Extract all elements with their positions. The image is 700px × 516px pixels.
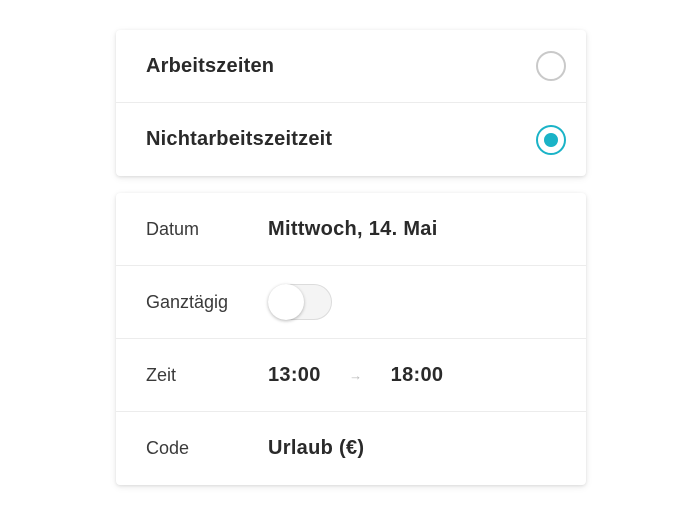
start-time[interactable]: 13:00 bbox=[268, 364, 321, 387]
option-label: Arbeitszeiten bbox=[146, 54, 275, 77]
work-type-card: Arbeitszeiten Nichtarbeitszeitzeit bbox=[116, 30, 586, 176]
all-day-row: Ganztägig bbox=[116, 266, 586, 339]
date-label: Datum bbox=[146, 218, 200, 239]
option-nichtarbeitszeit[interactable]: Nichtarbeitszeitzeit bbox=[116, 103, 586, 176]
code-value[interactable]: Urlaub (€) bbox=[268, 437, 364, 460]
time-label: Zeit bbox=[146, 364, 177, 385]
all-day-toggle[interactable] bbox=[268, 284, 332, 320]
radio-button-unchecked[interactable] bbox=[536, 51, 566, 81]
arrow-right-icon: → bbox=[349, 367, 363, 383]
toggle-knob bbox=[268, 284, 304, 320]
option-label: Nichtarbeitszeitzeit bbox=[146, 128, 333, 150]
radio-button-checked[interactable] bbox=[536, 124, 566, 155]
option-arbeitszeiten[interactable]: Arbeitszeiten bbox=[116, 30, 586, 103]
date-value[interactable]: Mittwoch, 14. Mai bbox=[268, 218, 438, 241]
code-row[interactable]: Code Urlaub (€) bbox=[116, 412, 586, 485]
code-label: Code bbox=[146, 438, 190, 458]
end-time[interactable]: 18:00 bbox=[391, 364, 444, 387]
radio-dot-icon bbox=[544, 132, 558, 147]
time-row: Zeit 13:00 → 18:00 bbox=[116, 339, 586, 412]
all-day-label: Ganztägig bbox=[146, 291, 229, 312]
details-card: Datum Mittwoch, 14. Mai Ganztägig Zeit 1… bbox=[116, 193, 586, 485]
date-row[interactable]: Datum Mittwoch, 14. Mai bbox=[116, 193, 586, 266]
